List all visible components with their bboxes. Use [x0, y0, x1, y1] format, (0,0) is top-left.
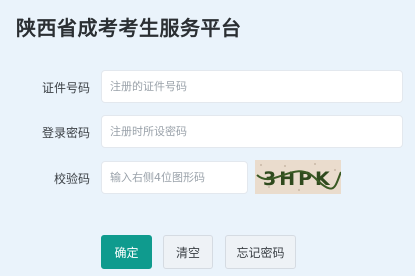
captcha-graphic: 3HPK — [255, 160, 341, 194]
captcha-label: 校验码 — [53, 172, 90, 186]
confirm-button[interactable]: 确定 — [101, 235, 152, 269]
captcha-image[interactable]: 3HPK — [255, 160, 341, 194]
login-page: 陕西省成考考生服务平台 证件号码 登录密码 校验码 3HPK 确定 清空 忘记密… — [0, 0, 415, 276]
page-title: 陕西省成考考生服务平台 — [16, 16, 242, 40]
id-number-label: 证件号码 — [41, 81, 90, 95]
captcha-input[interactable] — [101, 161, 248, 194]
id-number-input[interactable] — [101, 70, 403, 103]
password-label: 登录密码 — [41, 126, 90, 140]
forgot-password-button[interactable]: 忘记密码 — [225, 235, 296, 269]
password-input[interactable] — [101, 115, 403, 148]
clear-button[interactable]: 清空 — [163, 235, 213, 269]
